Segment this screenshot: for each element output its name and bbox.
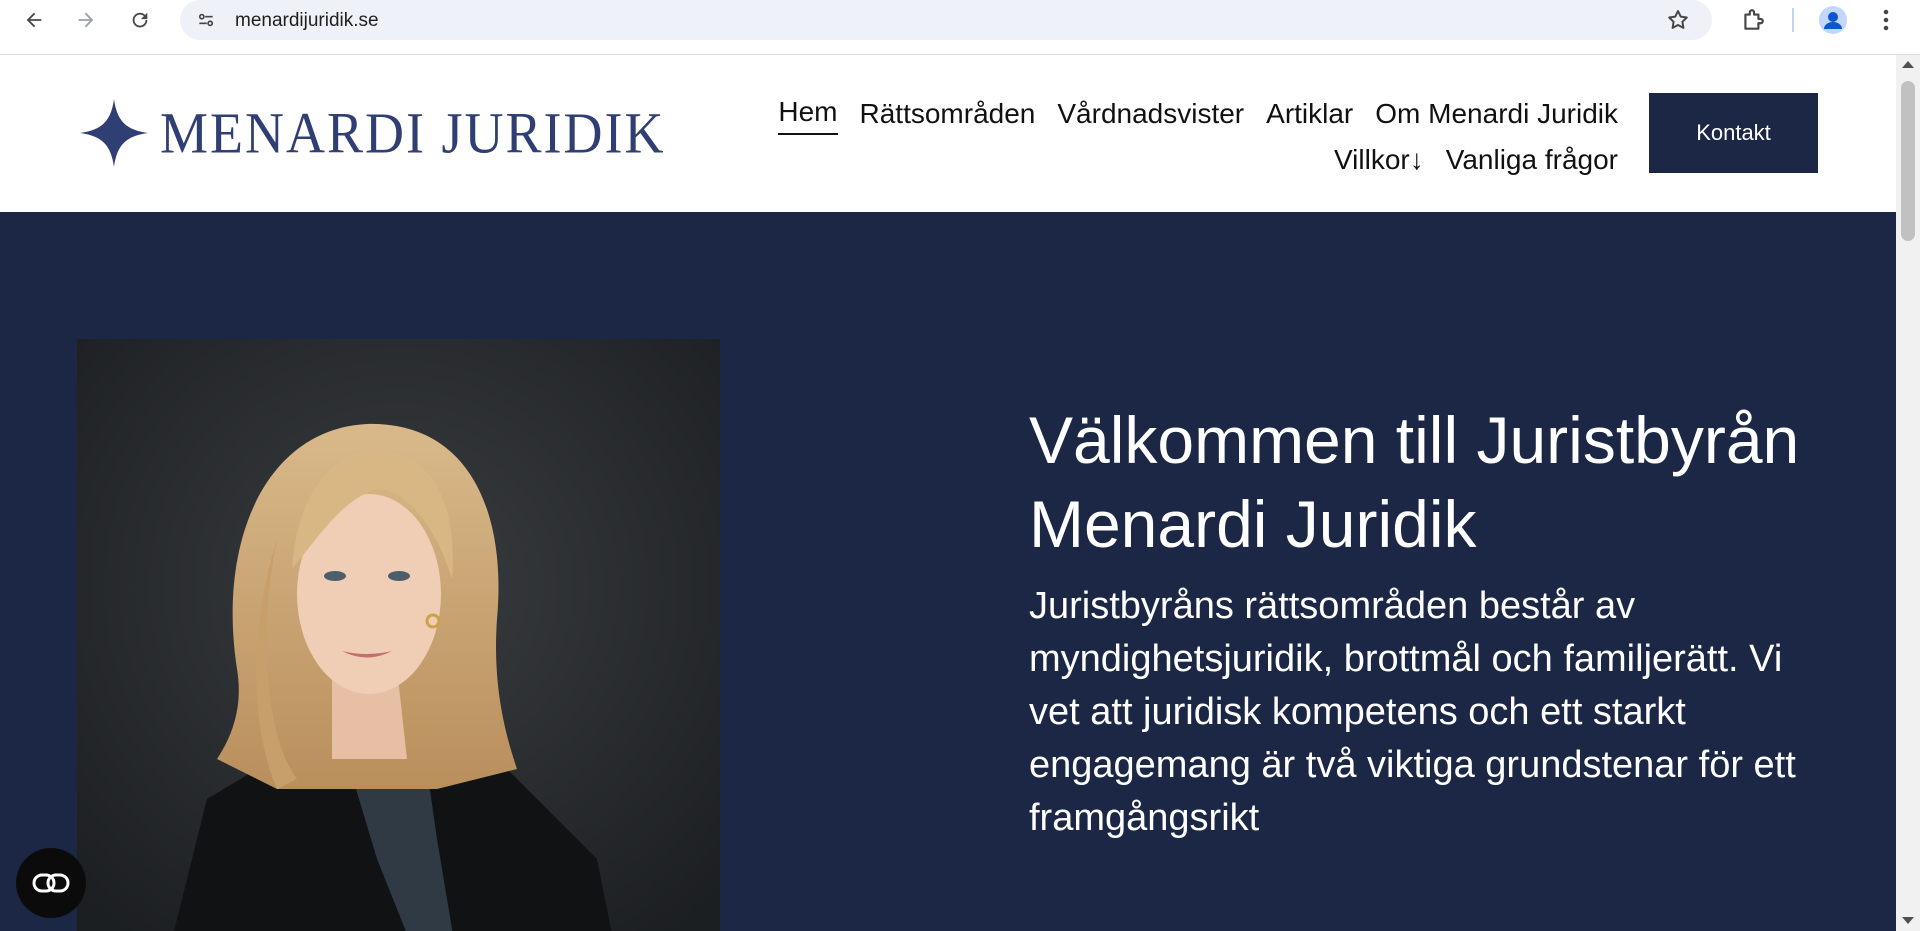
nav-item-vanliga-fragor[interactable]: Vanliga frågor: [1446, 137, 1618, 183]
reload-icon[interactable]: [118, 4, 162, 36]
toolbar-divider: [1792, 8, 1794, 32]
hero-text-block: Välkommen till Juristbyrån Menardi Jurid…: [1029, 398, 1829, 845]
page-viewport: MENARDI JURIDIK Hem Rättsområden Vårdnad…: [0, 55, 1896, 931]
menu-kebab-icon[interactable]: [1868, 4, 1904, 36]
nav-item-artiklar[interactable]: Artiklar: [1266, 91, 1353, 137]
scroll-up-arrow-icon[interactable]: [1902, 61, 1914, 68]
url-text[interactable]: menardijuridik.se: [235, 10, 379, 32]
nav-item-villkor[interactable]: Villkor↓: [1334, 137, 1424, 183]
site-header: MENARDI JURIDIK Hem Rättsområden Vårdnad…: [0, 55, 1896, 212]
nav-row-primary: Hem Rättsområden Vårdnadsvister Artiklar…: [698, 91, 1618, 137]
extensions-icon[interactable]: [1735, 4, 1771, 36]
forward-arrow-icon[interactable]: [64, 4, 108, 36]
nav-row-secondary: Villkor↓ Vanliga frågor: [698, 137, 1618, 183]
profile-icon[interactable]: [1815, 4, 1851, 36]
page-scrollbar[interactable]: [1896, 55, 1920, 931]
back-arrow-icon[interactable]: [12, 4, 56, 36]
hero-title: Välkommen till Juristbyrån Menardi Jurid…: [1029, 403, 1800, 561]
scroll-thumb[interactable]: [1901, 81, 1915, 241]
address-bar[interactable]: menardijuridik.se: [180, 0, 1712, 40]
nav-item-rattsomraden[interactable]: Rättsområden: [860, 91, 1036, 137]
browser-toolbar: menardijuridik.se: [0, 0, 1920, 55]
hero-subtitle: Juristbyråns rättsområden består av mynd…: [1029, 585, 1796, 839]
nav-item-om-menardi-juridik[interactable]: Om Menardi Juridik: [1375, 91, 1618, 137]
chat-widget-button[interactable]: [16, 848, 86, 918]
scroll-down-arrow-icon[interactable]: [1902, 917, 1914, 924]
main-nav: Hem Rättsområden Vårdnadsvister Artiklar…: [698, 91, 1618, 183]
hero-section: Välkommen till Juristbyrån Menardi Jurid…: [0, 212, 1896, 931]
nav-item-vardnadsvister[interactable]: Vårdnadsvister: [1057, 91, 1244, 137]
nav-item-hem[interactable]: Hem: [778, 93, 838, 135]
site-logo[interactable]: MENARDI JURIDIK: [80, 99, 665, 167]
contact-button[interactable]: Kontakt: [1649, 93, 1818, 173]
logo-text: MENARDI JURIDIK: [160, 100, 666, 166]
site-info-icon[interactable]: [194, 8, 218, 32]
diamond-star-icon: [80, 99, 148, 167]
portrait-photo: [77, 339, 720, 931]
chat-link-icon: [32, 873, 70, 893]
bookmark-star-icon[interactable]: [1664, 6, 1692, 34]
